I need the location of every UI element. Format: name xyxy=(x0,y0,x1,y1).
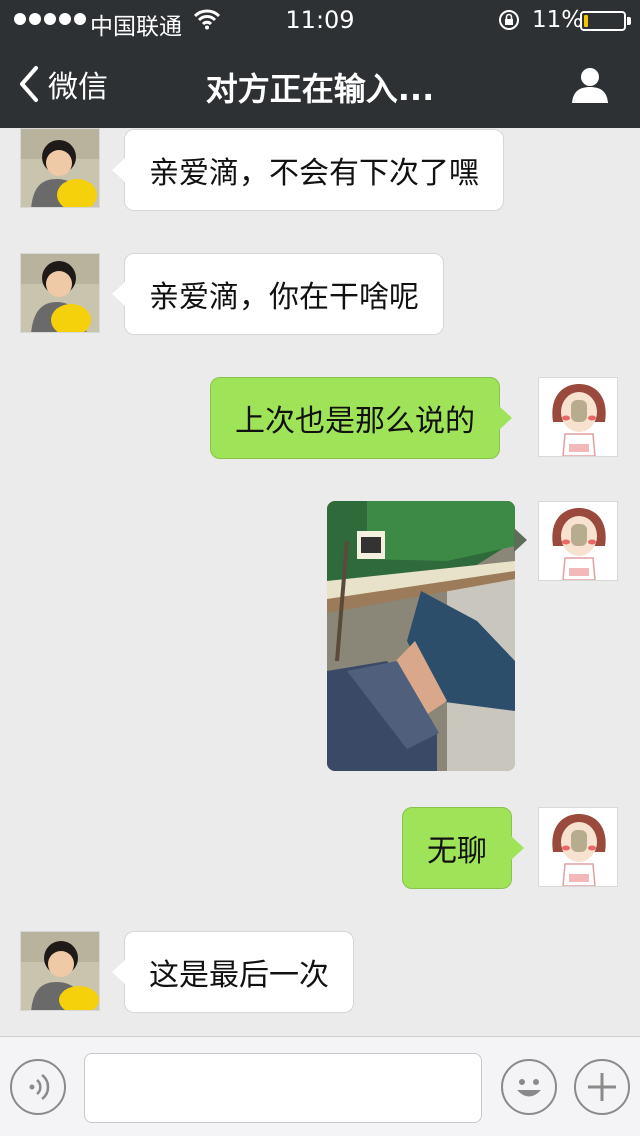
image-bubble-tail xyxy=(514,528,527,552)
person-icon[interactable] xyxy=(570,66,610,104)
chat-title: 对方正在输入... xyxy=(205,70,435,108)
orientation-lock-icon xyxy=(499,10,519,30)
my-avatar[interactable] xyxy=(538,807,618,887)
message-text: 亲爱滴，不会有下次了嘿 xyxy=(149,156,479,191)
emoji-icon xyxy=(517,1079,541,1097)
message-bubble-received[interactable]: 这是最后一次 xyxy=(112,931,354,1013)
my-avatar[interactable] xyxy=(538,377,618,457)
message-bubble-sent[interactable]: 无聊 xyxy=(402,807,524,889)
message-bubble-received[interactable]: 亲爱滴，不会有下次了嘿 xyxy=(112,129,504,211)
top-bar: 中国联通 11:09 11% 微信 对方正在输入... xyxy=(0,0,640,128)
contact-avatar[interactable] xyxy=(20,253,100,333)
image-message[interactable] xyxy=(327,501,515,771)
message-text: 无聊 xyxy=(427,834,487,869)
message-text: 亲爱滴，你在干啥呢 xyxy=(149,280,419,315)
message-bubble-sent[interactable]: 上次也是那么说的 xyxy=(210,377,512,459)
status-bar: 中国联通 11:09 11% xyxy=(0,0,640,40)
more-button[interactable] xyxy=(574,1059,630,1115)
message-text: 上次也是那么说的 xyxy=(235,404,475,439)
battery-tip xyxy=(627,17,631,25)
contact-avatar[interactable] xyxy=(20,931,100,1011)
battery-percent: 11% xyxy=(532,7,584,33)
input-bar xyxy=(0,1036,640,1136)
my-avatar[interactable] xyxy=(538,501,618,581)
battery-icon xyxy=(580,11,626,31)
plus-icon xyxy=(588,1073,616,1101)
message-bubble-received[interactable]: 亲爱滴，你在干啥呢 xyxy=(112,253,444,335)
message-text: 这是最后一次 xyxy=(149,958,329,993)
voice-button[interactable] xyxy=(10,1059,66,1115)
emoji-button[interactable] xyxy=(501,1059,557,1115)
message-input[interactable] xyxy=(84,1053,482,1123)
battery-level-fill xyxy=(584,15,588,27)
contact-avatar[interactable] xyxy=(20,128,100,208)
voice-icon xyxy=(29,1074,50,1100)
